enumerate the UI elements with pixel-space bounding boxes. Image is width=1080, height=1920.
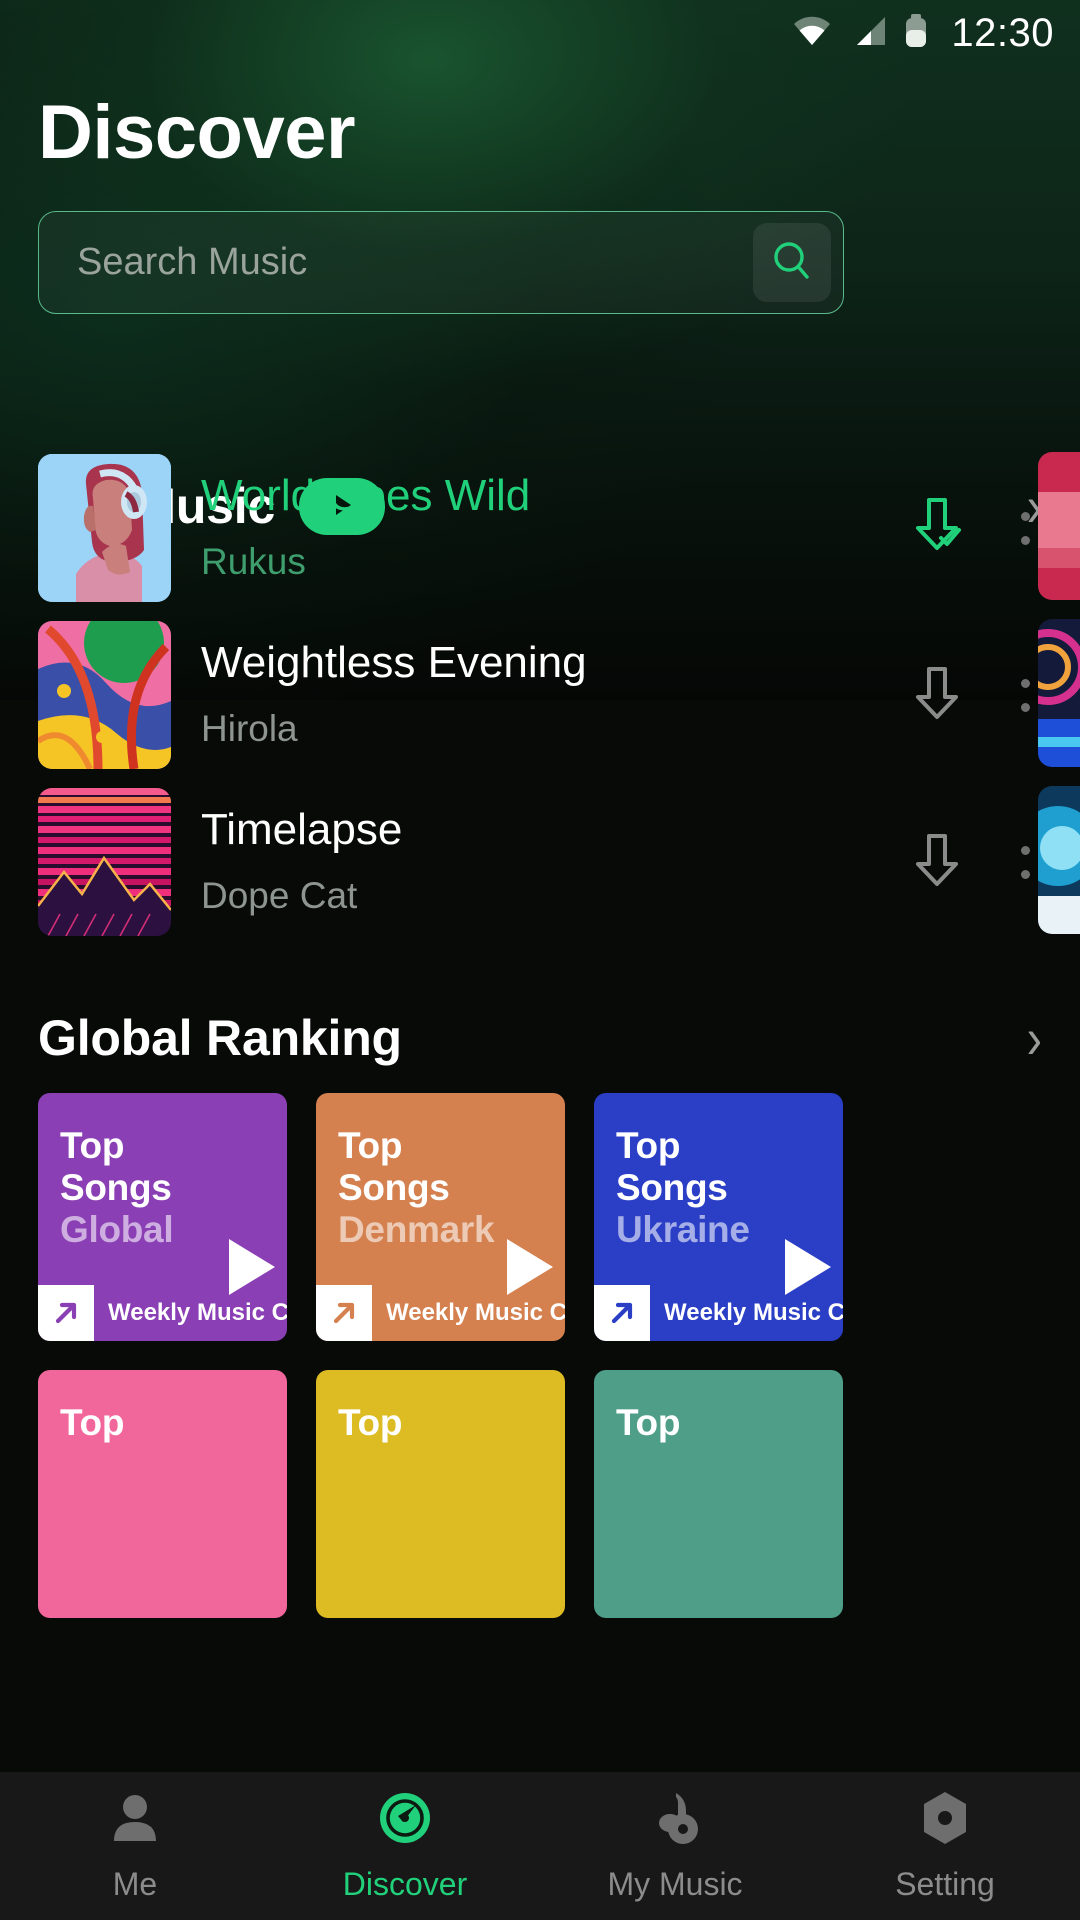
download-button[interactable] [892,807,982,917]
more-vertical-icon [1020,845,1030,879]
arrow-up-right-icon [594,1285,650,1341]
ranking-card-line2: Songs [60,1167,172,1208]
ranking-card[interactable]: Top Songs Ukraine Weekly Music Charts [594,1093,843,1341]
carousel-peek-card[interactable] [1038,619,1080,767]
ranking-card-charts-label: Weekly Music Charts [386,1299,565,1326]
download-check-icon [906,494,968,563]
search-bar[interactable] [38,211,844,314]
ranking-card-line1: Top [616,1125,681,1166]
ranking-card-heading: Top [594,1370,843,1441]
compass-icon [376,1789,434,1852]
nav-item-my-music[interactable]: My Music [540,1772,810,1920]
ranking-card-heading: Top [38,1370,287,1441]
arrow-up-right-icon [38,1285,94,1341]
album-art [38,621,171,769]
ranking-card-line2: Songs [338,1167,450,1208]
status-time: 12:30 [951,10,1054,55]
song-meta: Timelapse Dope Cat [201,804,892,917]
ranking-card-heading: Top Songs Global [38,1093,287,1248]
song-artist: Rukus [201,541,306,583]
ranking-card-heading: Top Songs Denmark [316,1093,565,1248]
table-row[interactable]: Weightless Evening Hirola [0,619,1080,771]
song-title: Timelapse [201,804,403,854]
bottom-navigation-bar: Me Discover My Music Setting [0,1772,1080,1920]
battery-icon [904,13,928,53]
ranking-card-line1: Top [616,1402,681,1443]
nav-label-setting: Setting [895,1866,995,1902]
album-art [38,454,171,602]
ranking-card[interactable]: Top [38,1370,287,1618]
table-row[interactable]: Timelapse Dope Cat [0,786,1080,938]
song-title: World Goes Wild [201,470,531,520]
gear-hexagon-icon [916,1789,974,1852]
nav-item-discover[interactable]: Discover [270,1772,540,1920]
nav-label-discover: Discover [342,1866,468,1902]
nav-item-me[interactable]: Me [0,1772,270,1920]
nav-label-my-music: My Music [607,1866,743,1902]
search-icon [769,238,815,287]
person-icon [106,1789,164,1852]
ranking-card-charts-label: Weekly Music Charts [664,1299,843,1326]
table-row[interactable]: World Goes Wild Rukus [0,452,1080,604]
section-title-global-ranking: Global Ranking [38,1010,402,1066]
more-vertical-icon [1020,511,1030,545]
song-meta: World Goes Wild Rukus [201,470,892,583]
search-button[interactable] [753,223,831,302]
download-icon [906,828,968,897]
song-meta: Weightless Evening Hirola [201,637,892,750]
album-art [38,788,171,936]
wifi-icon [792,15,832,52]
ranking-card-footer: Weekly Music Charts [38,1285,287,1341]
ranking-card-line1: Top [338,1125,403,1166]
page-title: Discover [38,90,356,175]
ranking-card-charts-label: Weekly Music Charts [108,1299,287,1326]
search-input[interactable] [39,241,753,284]
download-button[interactable] [892,640,982,750]
music-disc-icon [646,1789,704,1852]
download-button[interactable] [892,473,982,583]
ranking-card-line1: Top [60,1402,125,1443]
ranking-card-footer: Weekly Music Charts [316,1285,565,1341]
carousel-peek-card[interactable] [1038,786,1080,934]
download-icon [906,661,968,730]
ranking-card[interactable]: Top [594,1370,843,1618]
cellular-signal-icon [849,15,887,52]
ranking-card[interactable]: Top Songs Denmark Weekly Music Charts [316,1093,565,1341]
section-header-global-ranking: Global Ranking › [0,1000,1080,1076]
ranking-card-heading: Top [316,1370,565,1441]
ranking-card-line1: Top [60,1125,125,1166]
more-vertical-icon [1020,678,1030,712]
carousel-peek-card[interactable] [1038,452,1080,600]
ranking-card-footer: Weekly Music Charts [594,1285,843,1341]
app-screen: 12:30 Discover Hot Music › [0,0,1080,1920]
ranking-card-line2: Songs [616,1167,728,1208]
status-bar: 12:30 [0,0,1080,66]
ranking-card-line1: Top [338,1402,403,1443]
global-ranking-more-chevron-icon[interactable]: › [1027,1009,1042,1067]
nav-label-me: Me [112,1866,158,1902]
song-artist: Hirola [201,708,298,750]
ranking-card[interactable]: Top [316,1370,565,1618]
song-title: Weightless Evening [201,637,587,687]
ranking-card[interactable]: Top Songs Global Weekly Music Charts [38,1093,287,1341]
ranking-card-heading: Top Songs Ukraine [594,1093,843,1248]
song-artist: Dope Cat [201,875,358,917]
nav-item-setting[interactable]: Setting [810,1772,1080,1920]
arrow-up-right-icon [316,1285,372,1341]
